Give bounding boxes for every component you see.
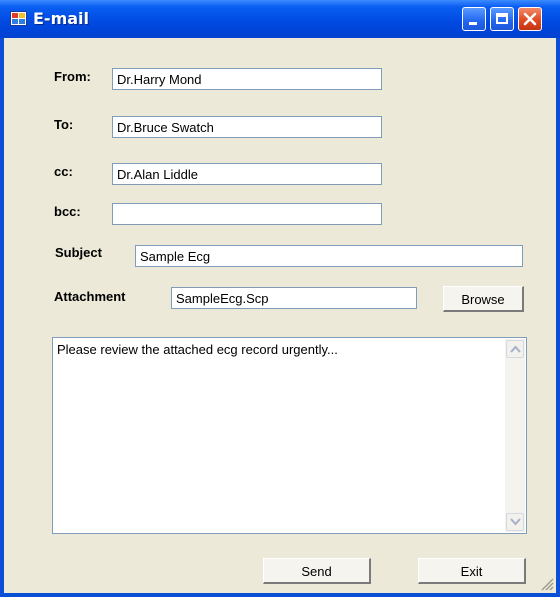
maximize-icon — [496, 13, 508, 24]
close-icon — [523, 12, 537, 26]
resize-grip-icon[interactable] — [540, 577, 554, 591]
maximize-button[interactable] — [490, 7, 514, 31]
scroll-down-button[interactable] — [506, 513, 524, 531]
minimize-icon — [469, 22, 477, 25]
form-body: From: Dr.Harry Mond To: Dr.Bruce Swatch … — [4, 38, 556, 593]
minimize-button[interactable] — [462, 7, 486, 31]
cc-field[interactable]: Dr.Alan Liddle — [112, 163, 382, 185]
title-bar[interactable]: E-mail — [0, 0, 560, 38]
message-body[interactable]: Please review the attached ecg record ur… — [52, 337, 527, 534]
to-label: To: — [54, 117, 74, 132]
to-field[interactable]: Dr.Bruce Swatch — [112, 116, 382, 138]
close-button[interactable] — [518, 7, 542, 31]
from-field[interactable]: Dr.Harry Mond — [112, 68, 382, 90]
attachment-field[interactable]: SampleEcg.Scp — [171, 287, 417, 309]
attachment-label: Attachment — [54, 289, 126, 304]
scroll-up-arrow-icon — [510, 345, 521, 353]
scroll-up-button[interactable] — [506, 340, 524, 358]
from-label: From: — [54, 69, 91, 84]
message-text: Please review the attached ecg record ur… — [57, 342, 338, 357]
bcc-label: bcc: — [54, 204, 81, 219]
exit-button[interactable]: Exit — [418, 558, 526, 584]
vertical-scrollbar[interactable] — [505, 339, 525, 532]
bcc-field[interactable] — [112, 203, 382, 225]
send-button[interactable]: Send — [263, 558, 371, 584]
email-window: E-mail From: Dr.Harry Mond To: Dr.Bruce … — [0, 0, 560, 597]
app-icon[interactable] — [10, 11, 27, 26]
scroll-down-arrow-icon — [510, 518, 521, 526]
browse-button[interactable]: Browse — [443, 286, 524, 312]
subject-label: Subject — [55, 245, 102, 260]
cc-label: cc: — [54, 164, 73, 179]
subject-field[interactable]: Sample Ecg — [135, 245, 523, 267]
window-title: E-mail — [33, 9, 90, 28]
